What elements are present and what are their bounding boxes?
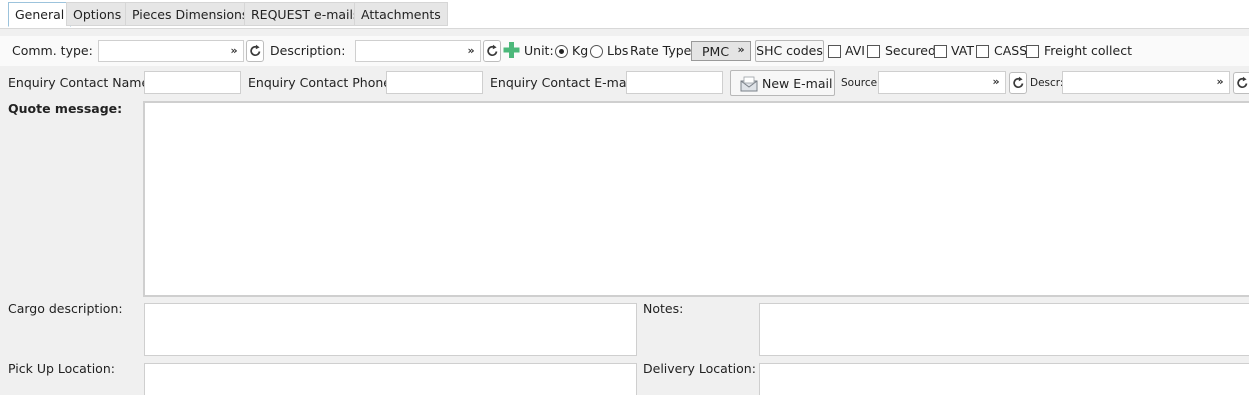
vat-label: VAT	[951, 43, 974, 58]
freight-collect-label: Freight collect	[1044, 43, 1132, 58]
unit-kg-radio[interactable]	[555, 45, 568, 58]
contact-name-label: Enquiry Contact Name:	[8, 75, 154, 90]
secured-label: Secured	[885, 43, 936, 58]
new-email-label: New E-mail	[762, 76, 833, 91]
pickup-location-textarea[interactable]	[144, 363, 637, 395]
descr-select[interactable]: »	[1062, 71, 1230, 94]
tab-general[interactable]: General	[8, 2, 72, 27]
delivery-location-textarea[interactable]	[759, 363, 1249, 395]
contact-name-input[interactable]	[144, 71, 241, 94]
cargo-description-textarea[interactable]	[144, 303, 637, 356]
delivery-location-label: Delivery Location:	[643, 361, 756, 376]
double-chevron-down-icon[interactable]: »	[988, 72, 1004, 94]
refresh-icon	[250, 44, 261, 56]
comm-type-label: Comm. type:	[12, 43, 93, 58]
tab-options[interactable]: Options	[66, 2, 129, 26]
tab-attachments[interactable]: Attachments	[354, 2, 448, 26]
refresh-icon	[1013, 76, 1024, 88]
refresh-icon	[487, 44, 498, 56]
refresh-icon	[1237, 76, 1248, 88]
source-select[interactable]: »	[878, 71, 1006, 94]
contact-email-input[interactable]	[626, 71, 723, 94]
description-label: Description:	[270, 43, 346, 58]
double-chevron-down-icon[interactable]: »	[463, 41, 479, 63]
freight-collect-checkbox[interactable]	[1026, 45, 1039, 58]
unit-label: Unit:	[524, 43, 554, 58]
pickup-location-label: Pick Up Location:	[8, 361, 115, 376]
avi-checkbox[interactable]	[828, 45, 841, 58]
rate-type-select[interactable]: PMC »	[691, 41, 751, 61]
double-chevron-down-icon: »	[737, 43, 745, 56]
cass-label: CASS	[994, 43, 1028, 58]
comm-type-select[interactable]: »	[98, 40, 244, 62]
descr-refresh-button[interactable]	[1233, 72, 1249, 94]
new-email-button[interactable]: New E-mail	[730, 70, 835, 96]
unit-kg-label: Kg	[572, 43, 589, 58]
envelope-icon	[740, 76, 758, 92]
rate-type-label: Rate Type:	[630, 43, 696, 58]
rate-type-value: PMC	[702, 44, 730, 59]
plus-icon	[503, 42, 520, 58]
unit-lbs-radio[interactable]	[590, 45, 603, 58]
cargo-description-label: Cargo description:	[8, 301, 123, 316]
unit-lbs-label: Lbs	[607, 43, 629, 58]
notes-label: Notes:	[643, 301, 684, 316]
add-description-button[interactable]	[502, 40, 520, 62]
contact-phone-input[interactable]	[386, 71, 483, 94]
descr-label: Descr:	[1030, 77, 1064, 89]
description-refresh-button[interactable]	[483, 40, 501, 62]
description-select[interactable]: »	[355, 40, 481, 62]
quote-message-label: Quote message:	[8, 101, 123, 116]
contact-email-label: Enquiry Contact E-mail:	[490, 75, 638, 90]
tab-pieces-dimensions[interactable]: Pieces Dimensions	[125, 2, 256, 26]
cass-checkbox[interactable]	[976, 45, 989, 58]
source-refresh-button[interactable]	[1009, 72, 1027, 94]
notes-textarea[interactable]	[759, 303, 1249, 356]
vat-checkbox[interactable]	[934, 45, 947, 58]
tab-request-emails[interactable]: REQUEST e-mails	[244, 2, 367, 26]
contact-phone-label: Enquiry Contact Phone:	[248, 75, 396, 90]
source-label: Source:	[841, 77, 881, 89]
double-chevron-down-icon[interactable]: »	[1212, 72, 1228, 94]
double-chevron-down-icon[interactable]: »	[226, 41, 242, 63]
avi-label: AVI	[845, 43, 865, 58]
quote-message-textarea[interactable]	[143, 101, 1249, 297]
tab-bar: General Options Pieces Dimensions REQUES…	[0, 0, 1249, 29]
shc-codes-button[interactable]: SHC codes	[755, 40, 824, 62]
comm-type-refresh-button[interactable]	[246, 40, 264, 62]
secured-checkbox[interactable]	[867, 45, 880, 58]
